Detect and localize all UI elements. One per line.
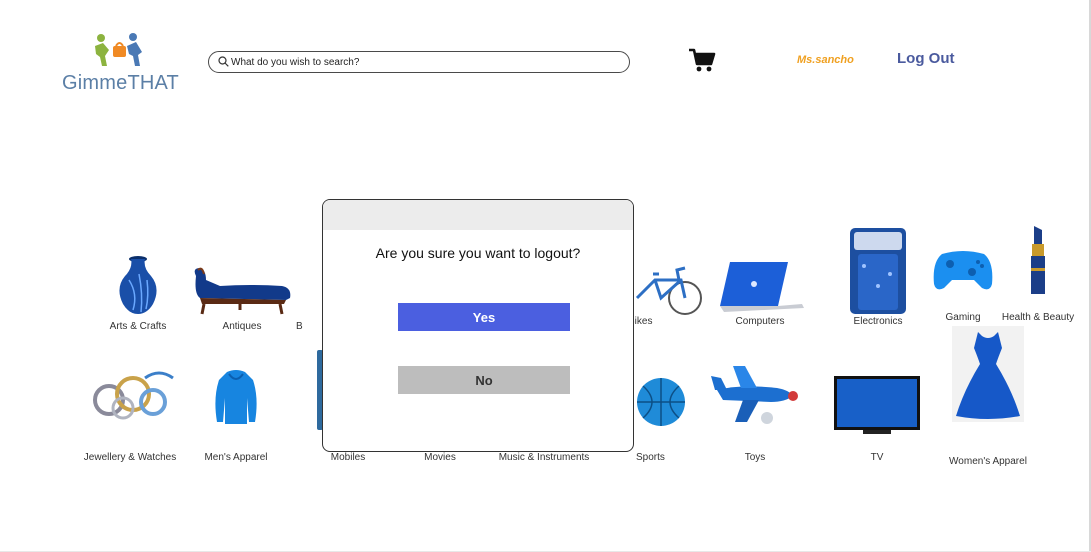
user-name-link[interactable]: Ms.sancho — [797, 54, 854, 66]
logout-confirm-dialog: Are you sure you want to logout? Yes No — [322, 199, 634, 452]
cart-icon[interactable] — [688, 48, 716, 79]
category-toys[interactable]: Toys — [695, 330, 815, 463]
search-input[interactable] — [231, 53, 621, 71]
tv-icon — [817, 330, 937, 434]
lipstick-icon — [978, 216, 1091, 316]
category-mens-apparel[interactable]: Men's Apparel — [176, 330, 296, 463]
search-bar[interactable] — [208, 51, 630, 73]
logo[interactable]: GimmeTHAT — [60, 32, 185, 98]
category-label: Health & Beauty — [1001, 312, 1075, 323]
logout-link[interactable]: Log Out — [897, 50, 954, 67]
category-label: Women's Apparel — [949, 456, 1027, 467]
dialog-question: Are you sure you want to logout? — [375, 245, 581, 261]
toy-plane-icon — [695, 330, 815, 430]
laptop-icon — [700, 216, 820, 316]
jewellery-icon — [70, 330, 190, 430]
logo-text: GimmeTHAT — [62, 72, 179, 94]
category-tv[interactable]: TV — [817, 330, 937, 463]
category-label: Sports — [636, 452, 665, 463]
hoodie-icon — [176, 330, 296, 430]
category-label: Bikes — [628, 316, 653, 327]
search-icon — [218, 56, 229, 67]
category-womens-apparel[interactable]: Women's Apparel — [928, 326, 1048, 467]
dress-icon — [928, 326, 1048, 422]
category-jewellery-watches[interactable]: Jewellery & Watches — [70, 330, 190, 463]
vase-icon — [78, 216, 198, 316]
logo-figures-icon — [95, 33, 142, 66]
yes-button[interactable]: Yes — [398, 303, 570, 331]
no-button[interactable]: No — [398, 366, 570, 394]
dialog-header — [323, 200, 633, 230]
